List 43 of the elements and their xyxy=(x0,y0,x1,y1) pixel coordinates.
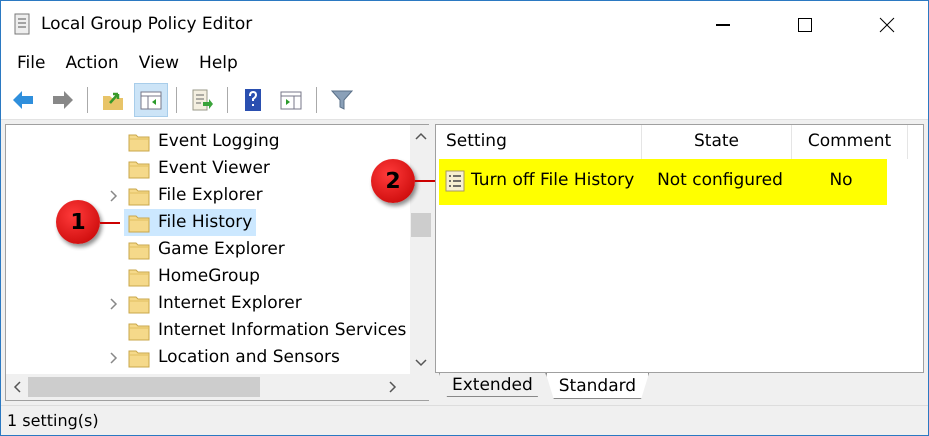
tree-item[interactable]: Location and Sensors xyxy=(124,344,344,372)
down-chevron-icon xyxy=(415,359,428,367)
tree-item[interactable]: Event Logging xyxy=(124,128,284,156)
column-header[interactable]: Comment xyxy=(792,125,908,158)
expand-chevron-icon[interactable] xyxy=(110,352,118,364)
tab[interactable]: Extended xyxy=(439,373,546,397)
tree-item[interactable]: Game Explorer xyxy=(124,236,289,264)
left-chevron-icon xyxy=(13,381,21,393)
close-icon xyxy=(879,16,895,32)
tree-item[interactable]: File Explorer xyxy=(124,182,267,210)
setting-comment: No xyxy=(829,169,853,192)
menu-item[interactable]: Action xyxy=(55,49,129,79)
scrollbar-thumb[interactable] xyxy=(411,213,432,237)
maximize-icon xyxy=(797,16,813,32)
tree-item[interactable]: Event Viewer xyxy=(124,154,274,182)
right-chevron-icon xyxy=(389,381,398,393)
document-icon xyxy=(13,13,31,36)
column-header[interactable]: Setting xyxy=(436,125,642,158)
leader-line xyxy=(100,222,120,224)
leader-line xyxy=(415,180,435,182)
window-title: Local Group Policy Editor xyxy=(41,12,252,36)
tree-item[interactable]: Internet Explorer xyxy=(124,290,306,318)
setting-state: Not configured xyxy=(657,169,783,192)
minimize-icon xyxy=(715,24,731,26)
menu-item[interactable]: View xyxy=(128,49,190,79)
vertical-scrollbar[interactable] xyxy=(410,125,432,374)
up-chevron-icon xyxy=(415,132,428,140)
pane-button[interactable] xyxy=(134,82,168,116)
column-header[interactable]: State xyxy=(642,125,792,158)
menu-item[interactable]: File xyxy=(7,49,56,79)
expand-chevron-icon[interactable] xyxy=(110,298,118,310)
scrollbar-thumb[interactable] xyxy=(28,377,260,397)
expand-chevron-icon[interactable] xyxy=(110,190,118,202)
menu-item[interactable]: Help xyxy=(189,49,248,79)
status-text: 1 setting(s) xyxy=(7,410,99,432)
tab[interactable]: Standard xyxy=(546,373,650,399)
callout-badge: 1 xyxy=(56,200,100,244)
tree-item[interactable]: HomeGroup xyxy=(124,262,264,290)
tree-item[interactable]: Internet Information Services xyxy=(124,316,410,344)
setting-name: Turn off File History xyxy=(471,169,634,192)
setting-row[interactable]: Turn off File History Not configured No xyxy=(439,157,887,205)
policy-list-icon xyxy=(445,170,465,192)
tree-item[interactable]: File History xyxy=(124,208,256,236)
